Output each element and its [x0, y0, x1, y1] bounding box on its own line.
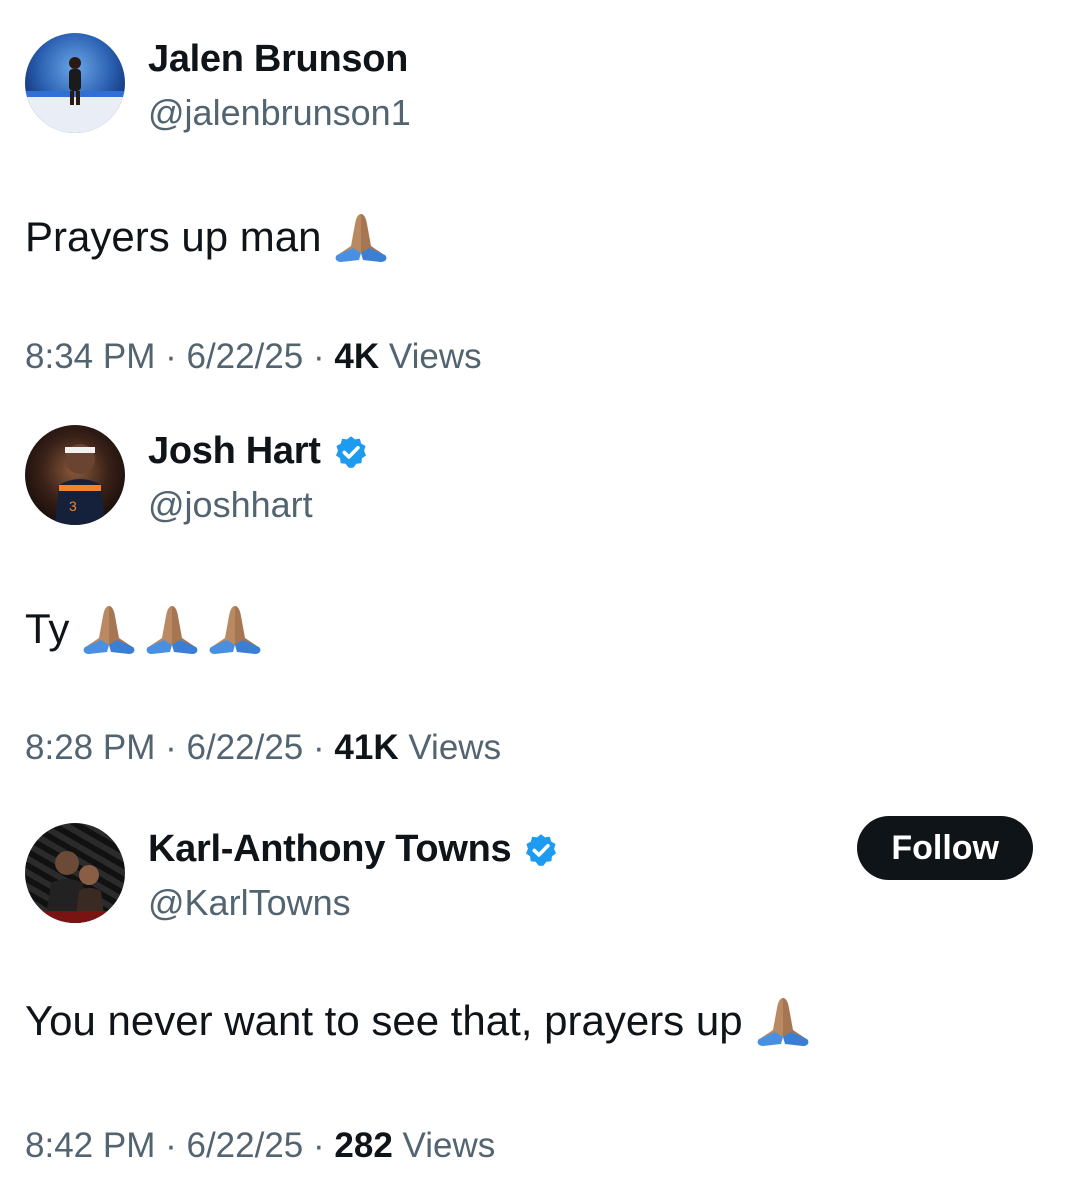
views-count[interactable]: 41K: [334, 728, 398, 767]
separator: ·: [165, 1126, 177, 1165]
tweet-meta: 8:42 PM · 6/22/25 · 282 Views: [25, 1126, 495, 1166]
display-name[interactable]: Karl-Anthony Towns: [148, 828, 512, 871]
folded-hands-icon: [83, 606, 135, 654]
follow-button[interactable]: Follow: [857, 816, 1033, 880]
tweet-date[interactable]: 6/22/25: [186, 337, 303, 376]
user-handle[interactable]: @joshhart: [148, 484, 313, 526]
verified-badge-icon: [526, 833, 557, 866]
separator: ·: [165, 337, 177, 376]
views-label[interactable]: Views: [389, 337, 482, 376]
avatar[interactable]: [25, 823, 125, 923]
separator: ·: [165, 728, 177, 767]
separator: ·: [313, 1126, 325, 1165]
views-label[interactable]: Views: [403, 1126, 496, 1165]
views-count[interactable]: 4K: [334, 337, 379, 376]
tweet-text: Ty: [25, 600, 265, 658]
verified-badge-icon: [335, 435, 366, 468]
tweet-time[interactable]: 8:34 PM: [25, 337, 155, 376]
tweet-text: Prayers up man: [25, 208, 391, 266]
tweet-time[interactable]: 8:28 PM: [25, 728, 155, 767]
display-name[interactable]: Josh Hart: [148, 430, 321, 473]
folded-hands-icon: [757, 998, 808, 1046]
svg-text:3: 3: [69, 498, 77, 514]
tweet-body: Prayers up man: [25, 213, 322, 260]
views-label[interactable]: Views: [408, 728, 501, 767]
avatar[interactable]: 3: [25, 425, 125, 525]
display-name[interactable]: Jalen Brunson: [148, 38, 408, 81]
tweet-meta: 8:34 PM · 6/22/25 · 4K Views: [25, 337, 482, 377]
avatar[interactable]: [25, 33, 125, 133]
tweet-body: You never want to see that, prayers up: [25, 997, 743, 1044]
user-handle[interactable]: @jalenbrunson1: [148, 92, 411, 134]
folded-hands-icon: [146, 606, 198, 654]
folded-hands-icon: [209, 606, 261, 654]
user-handle[interactable]: @KarlTowns: [148, 882, 351, 924]
views-count[interactable]: 282: [334, 1126, 392, 1165]
tweet-body: Ty: [25, 605, 70, 652]
separator: ·: [313, 337, 325, 376]
folded-hands-icon: [336, 214, 387, 262]
separator: ·: [313, 728, 325, 767]
tweet-meta: 8:28 PM · 6/22/25 · 41K Views: [25, 728, 501, 768]
tweet-date[interactable]: 6/22/25: [186, 1126, 303, 1165]
tweet-text: You never want to see that, prayers up: [25, 992, 813, 1050]
tweet-date[interactable]: 6/22/25: [186, 728, 303, 767]
tweet-time[interactable]: 8:42 PM: [25, 1126, 155, 1165]
